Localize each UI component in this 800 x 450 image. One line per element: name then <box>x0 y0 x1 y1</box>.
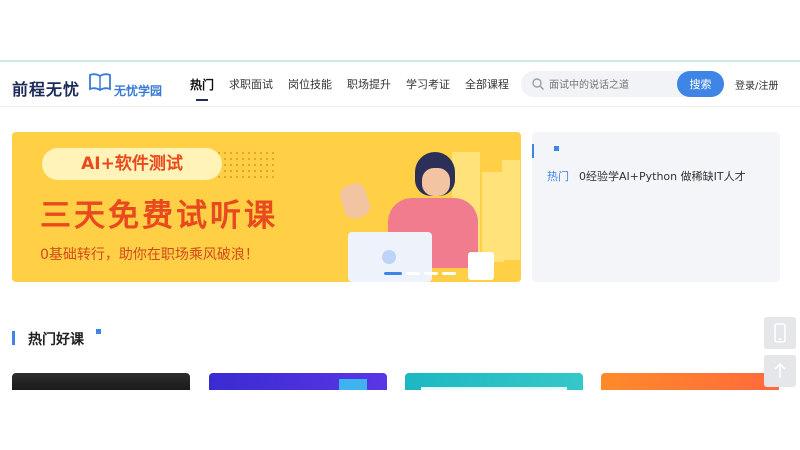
banner-laptop-logo <box>382 250 396 264</box>
course-card-thumb-detail <box>339 379 367 390</box>
news-panel-dot <box>554 146 559 151</box>
site-header: 前程无忧 无忧学园 热门 求职面试 岗位技能 职场提升 学习考证 全部课程 搜索… <box>0 62 800 107</box>
course-card[interactable] <box>405 373 583 390</box>
course-card[interactable] <box>12 373 190 390</box>
news-panel: 热门 0经验学AI+Python 做稀缺IT人才 <box>532 132 780 282</box>
phone-button[interactable] <box>764 317 796 349</box>
banner-tag: AI+软件测试 <box>42 148 222 180</box>
banner-mug-illustration <box>468 252 494 280</box>
nav-item-job-skills[interactable]: 岗位技能 <box>288 76 332 93</box>
banner-dots-decoration <box>216 150 276 180</box>
news-item-text: 0经验学AI+Python 做稀缺IT人才 <box>579 170 746 183</box>
banner-tag-label: AI+软件测试 <box>81 154 183 174</box>
section-accent-dot <box>96 329 101 334</box>
carousel-indicator[interactable] <box>424 272 438 275</box>
book-icon <box>89 73 111 92</box>
search-button[interactable]: 搜索 <box>677 71 724 97</box>
phone-icon <box>774 323 786 343</box>
banner-hand-illustration <box>337 180 373 222</box>
search-input[interactable] <box>547 75 679 95</box>
banner-building <box>502 160 520 260</box>
main-nav: 热门 求职面试 岗位技能 职场提升 学习考证 全部课程 <box>190 76 509 101</box>
nav-item-hot[interactable]: 热门 <box>190 76 214 101</box>
course-card-thumb-detail <box>421 387 567 390</box>
nav-item-career-growth[interactable]: 职场提升 <box>347 76 391 93</box>
nav-item-all-courses[interactable]: 全部课程 <box>465 76 509 93</box>
carousel-indicator-active[interactable] <box>384 272 402 275</box>
arrow-up-icon <box>774 362 786 378</box>
news-item[interactable]: 热门 0经验学AI+Python 做稀缺IT人才 <box>547 168 746 184</box>
news-item-tag: 热门 <box>547 170 569 183</box>
login-register-link[interactable]: 登录/注册 <box>735 77 778 92</box>
banner-title: 三天免费试听课 <box>40 198 278 234</box>
news-panel-accent <box>532 144 534 158</box>
nav-item-job-interview[interactable]: 求职面试 <box>229 76 273 93</box>
logo-brand[interactable]: 前程无忧 <box>12 76 80 100</box>
carousel-indicator[interactable] <box>442 272 456 275</box>
section-title: 热门好课 <box>28 332 84 348</box>
carousel-indicator[interactable] <box>406 272 420 275</box>
banner-building <box>482 172 504 262</box>
logo-sub-brand[interactable]: 无忧学园 <box>114 82 162 99</box>
search-bar: 搜索 <box>521 71 724 97</box>
search-icon <box>532 78 544 90</box>
back-to-top-button[interactable] <box>764 355 796 387</box>
course-card[interactable] <box>601 373 779 390</box>
promo-banner[interactable]: AI+软件测试 三天免费试听课 0基础转行，助你在职场乘风破浪！ <box>12 132 521 282</box>
course-card[interactable] <box>209 373 387 390</box>
banner-person-face <box>422 168 450 196</box>
banner-subtitle: 0基础转行，助你在职场乘风破浪！ <box>40 247 259 263</box>
section-accent-bar <box>12 331 15 345</box>
nav-item-certification[interactable]: 学习考证 <box>406 76 450 93</box>
